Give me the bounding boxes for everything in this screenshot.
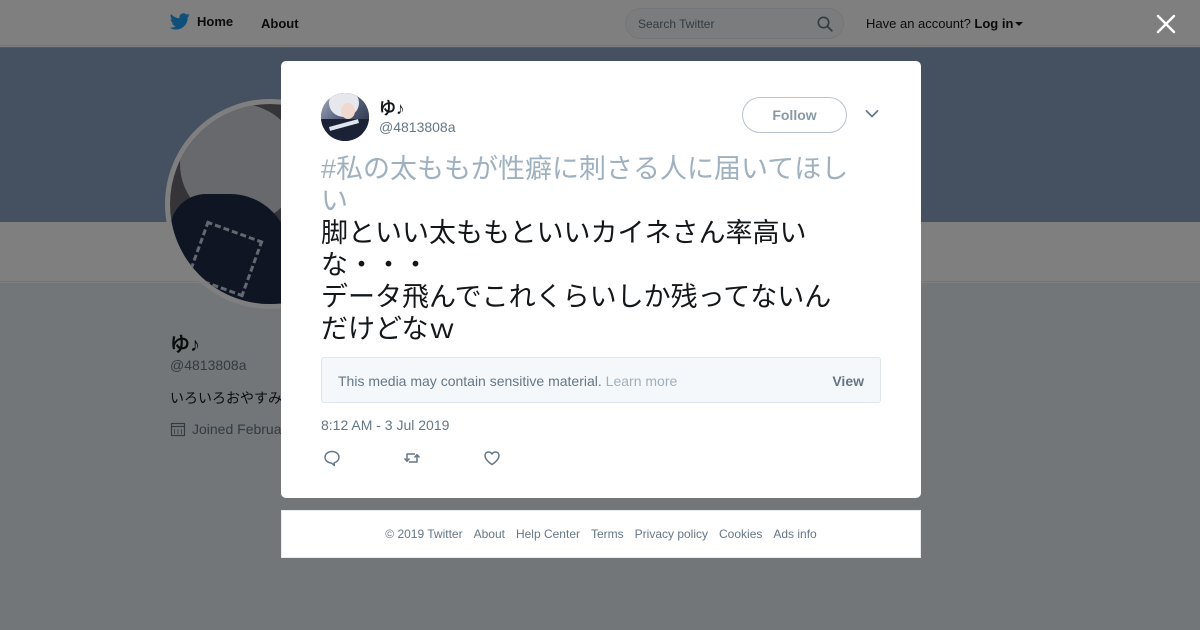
tweet-modal: ゆ♪ @4813808a Follow #私の太ももが性癖に刺さる人に届いてほし… [281,61,921,498]
tweet-timestamp[interactable]: 8:12 AM - 3 Jul 2019 [321,417,449,433]
retweet-icon[interactable] [403,449,421,467]
tweet-text-line: データ飛んでこれくらいしか残ってないん [321,282,832,312]
close-icon[interactable] [1155,13,1177,35]
sensitive-media-warning: This media may contain sensitive materia… [321,357,881,403]
footer-link-help-center[interactable]: Help Center [516,527,580,541]
footer-link-privacy[interactable]: Privacy policy [635,527,708,541]
sensitive-message-text: This media may contain sensitive materia… [338,373,602,389]
tweet-text: #私の太ももが性癖に刺さる人に届いてほし い 脚といい太ももといいカイネさん率高… [321,153,881,345]
tweet-text-line: だけどなｗ [321,314,456,344]
footer-link-cookies[interactable]: Cookies [719,527,762,541]
footer-links: © 2019 Twitter About Help Center Terms P… [281,510,921,558]
tweet-author-avatar[interactable] [321,93,369,141]
like-icon[interactable] [483,449,501,467]
footer-copyright: © 2019 Twitter [385,527,463,541]
tweet-actions [323,449,563,467]
footer-link-about[interactable]: About [474,527,505,541]
avatar-face-shape [341,103,355,119]
chevron-down-icon[interactable] [865,109,879,119]
follow-button[interactable]: Follow [742,97,847,133]
hashtag-link[interactable]: #私の太ももが性癖に刺さる人に届いてほし い [321,153,881,217]
view-media-button[interactable]: View [832,373,864,389]
tweet-text-line: 脚といい太ももといいカイネさん率高い [321,218,807,248]
tweet-text-line: な・・・ [321,250,429,280]
tweet-author-handle[interactable]: @4813808a [379,119,456,135]
learn-more-link[interactable]: Learn more [606,373,678,389]
hashtag-line-1: #私の太ももが性癖に刺さる人に届いてほし [321,154,849,184]
tweet-author-name[interactable]: ゆ♪ [379,94,405,119]
hashtag-line-2: い [321,186,348,216]
sensitive-message: This media may contain sensitive materia… [338,373,677,389]
reply-icon[interactable] [323,449,341,467]
footer-link-terms[interactable]: Terms [591,527,624,541]
footer-link-ads-info[interactable]: Ads info [773,527,816,541]
